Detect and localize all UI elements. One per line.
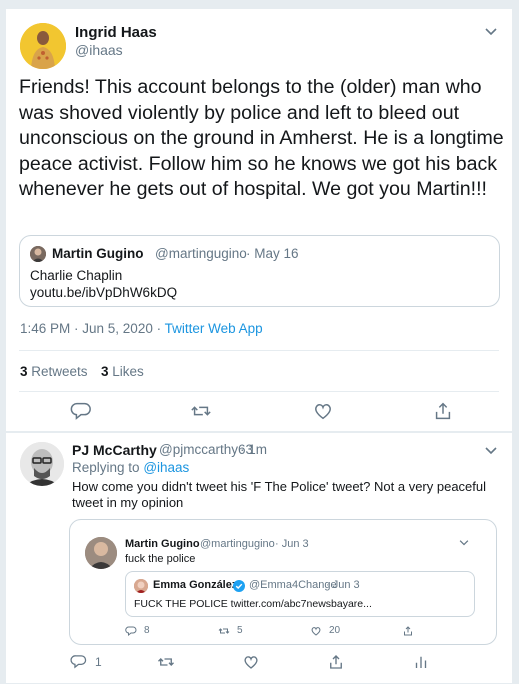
- author-handle[interactable]: @ihaas: [75, 42, 123, 58]
- retweet-icon[interactable]: [157, 653, 175, 671]
- share-icon: [402, 624, 414, 636]
- ingrid-haas-avatar[interactable]: [20, 23, 66, 69]
- nested-quoted-tweet[interactable]: Emma González @Emma4Change · Jun 3 FUCK …: [125, 571, 475, 617]
- likes-count: 3: [101, 364, 109, 379]
- tweet-client[interactable]: Twitter Web App: [165, 321, 263, 336]
- nested-text: FUCK THE POLICE twitter.com/abc7newsbaya…: [134, 598, 372, 610]
- quoted-author-handle: @martingugino: [155, 246, 247, 261]
- analytics-icon[interactable]: [412, 653, 430, 671]
- tweet-text: Friends! This account belongs to the (ol…: [19, 76, 504, 201]
- divider: [19, 391, 499, 392]
- share-icon[interactable]: [327, 653, 345, 671]
- reply-icon[interactable]: [70, 400, 92, 422]
- retweets-stat[interactable]: 3 Retweets: [20, 364, 88, 379]
- author-name[interactable]: Ingrid Haas: [75, 24, 157, 41]
- quoted-tweet[interactable]: Martin Gugino @martingugino · May 16 Cha…: [19, 235, 500, 307]
- meta-separator: ·: [152, 321, 165, 336]
- reply-quoted-text: fuck the police: [125, 553, 196, 565]
- quoted-reply-stat: 8: [125, 624, 165, 638]
- nested-date: · Jun 3: [326, 579, 360, 591]
- likes-label: Likes: [112, 364, 144, 379]
- pj-mccarthy-avatar[interactable]: [20, 442, 64, 486]
- emma-gonzalez-avatar: [134, 579, 148, 593]
- reply-quoted-handle: @martingugino: [200, 538, 275, 550]
- retweet-icon: [218, 628, 230, 634]
- share-icon[interactable]: [432, 400, 454, 422]
- reply-quoted-author: Martin Gugino: [125, 538, 200, 550]
- replying-prefix: Replying to: [72, 460, 140, 475]
- reply-author-handle[interactable]: @pjmccarthy63: [159, 442, 253, 457]
- retweet-icon[interactable]: [190, 400, 212, 422]
- nested-author-name: Emma González: [153, 579, 238, 591]
- reply-quoted-tweet[interactable]: Martin Gugino @martingugino · Jun 3 fuck…: [69, 519, 497, 645]
- like-icon: [311, 627, 321, 636]
- replying-to-handle[interactable]: @ihaas: [143, 460, 189, 475]
- like-icon[interactable]: [242, 653, 260, 671]
- quoted-retweet-count: 5: [237, 625, 243, 636]
- reply-count: 1: [95, 655, 102, 669]
- reply-icon[interactable]: [70, 653, 87, 670]
- reply-text: How come you didn't tweet his 'F The Pol…: [72, 479, 487, 510]
- chevron-down-icon: [457, 536, 471, 550]
- reply-author-name[interactable]: PJ McCarthy: [72, 442, 157, 458]
- retweets-label: Retweets: [31, 364, 88, 379]
- quoted-retweet-stat: 5: [218, 624, 258, 638]
- quoted-reply-count: 8: [144, 625, 150, 636]
- tweet-time[interactable]: 1:46 PM · Jun 5, 2020: [20, 321, 153, 336]
- quoted-text: Charlie Chaplin: [30, 268, 123, 283]
- verified-badge-icon: [233, 579, 245, 592]
- martin-gugino-avatar: [85, 537, 117, 569]
- chevron-down-icon[interactable]: [482, 442, 500, 460]
- quoted-date: · May 16: [246, 246, 299, 261]
- divider: [19, 350, 499, 351]
- likes-stat[interactable]: 3 Likes: [101, 364, 144, 379]
- nested-author-handle: @Emma4Change: [249, 579, 337, 591]
- quoted-link[interactable]: youtu.be/ibVpDhW6kDQ: [30, 285, 177, 300]
- main-tweet: Ingrid Haas @ihaas Friends! This account…: [5, 8, 513, 432]
- reply-action[interactable]: 1: [70, 653, 110, 671]
- reply-tweet: PJ McCarthy @pjmccarthy63 · 1m Replying …: [5, 432, 513, 684]
- chevron-down-icon[interactable]: [482, 23, 500, 41]
- like-icon[interactable]: [312, 400, 334, 422]
- quoted-like-count: 20: [329, 625, 341, 636]
- martin-gugino-avatar: [30, 246, 46, 262]
- quoted-like-stat: 20: [310, 624, 360, 638]
- replying-to: Replying to @ihaas: [72, 460, 189, 475]
- reply-icon: [125, 626, 137, 637]
- retweets-count: 3: [20, 364, 28, 379]
- quoted-author-name: Martin Gugino: [52, 246, 144, 261]
- reply-time[interactable]: · 1m: [240, 442, 267, 457]
- tweet-timestamp[interactable]: 1:46 PM · Jun 5, 2020 · Twitter Web App: [20, 321, 263, 336]
- reply-quoted-date: · Jun 3: [275, 538, 309, 550]
